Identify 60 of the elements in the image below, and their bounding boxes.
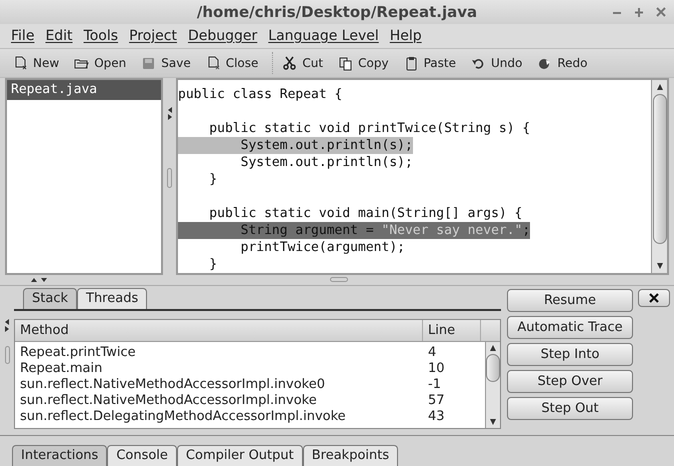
table-cell-text: Repeat.printTwice xyxy=(19,345,137,361)
toolbar-button[interactable]: Redo xyxy=(532,51,592,75)
menu-item[interactable]: File xyxy=(11,26,34,46)
new-file-icon xyxy=(13,56,28,70)
table-cell-text: Repeat.main xyxy=(19,361,104,377)
scrollbar[interactable] xyxy=(485,342,500,428)
scissors-icon xyxy=(282,56,298,70)
close-button[interactable] xyxy=(638,289,670,307)
splitter-handle[interactable] xyxy=(167,168,172,188)
scrollbar[interactable] xyxy=(651,80,667,273)
table-cell-text: 10 xyxy=(427,361,446,377)
scroll-thumb[interactable] xyxy=(652,94,666,244)
toolbar-button[interactable]: Close xyxy=(200,51,264,75)
document-list-item[interactable]: Repeat.java xyxy=(7,80,161,100)
debug-button[interactable]: Resume xyxy=(507,289,633,312)
toolbar-button[interactable]: New xyxy=(8,51,64,75)
menu-item[interactable]: Debugger xyxy=(188,26,258,46)
splitter-handle[interactable] xyxy=(4,346,10,364)
table-cell-text: 43 xyxy=(427,409,446,425)
debug-button[interactable]: Step Into xyxy=(507,343,633,366)
column-header[interactable]: Line xyxy=(423,320,481,341)
menu-item[interactable]: Help xyxy=(390,26,422,46)
table-cell-text: sun.reflect.NativeMethodAccessorImpl.invoke xyxy=(19,393,318,409)
menu-item[interactable]: Language Level xyxy=(268,26,379,46)
table-cell-text: 57 xyxy=(427,393,446,409)
table-cell-text: -1 xyxy=(427,377,442,393)
maximize-icon[interactable] xyxy=(634,5,644,19)
close-icon xyxy=(649,293,659,303)
collapse-arrows-icon[interactable] xyxy=(30,277,48,283)
menu-item[interactable]: Tools xyxy=(84,26,118,46)
table-cell-text: sun.reflect.DelegatingMethodAccessorImpl.invoke xyxy=(19,409,347,425)
tab[interactable]: Console xyxy=(107,445,177,466)
debug-button[interactable]: Step Out xyxy=(507,397,633,420)
toolbar-button[interactable]: Copy xyxy=(333,51,394,75)
splitter-handle[interactable] xyxy=(330,277,348,282)
scroll-thumb[interactable] xyxy=(486,354,500,382)
debug-button[interactable]: Automatic Trace xyxy=(507,316,633,339)
column-header[interactable]: Method xyxy=(15,320,423,341)
copy-icon xyxy=(338,56,354,70)
table-cell-text: 4 xyxy=(427,345,438,361)
toolbar-button[interactable]: Undo xyxy=(466,51,528,75)
collapse-arrows-icon[interactable] xyxy=(166,106,172,120)
table-cell-text: sun.reflect.NativeMethodAccessorImpl.invoke0 xyxy=(19,377,326,393)
toolbar-button[interactable]: Save xyxy=(136,51,196,75)
collapse-arrows-icon[interactable] xyxy=(4,318,10,332)
toolbar-button[interactable]: Paste xyxy=(398,51,461,75)
close-file-icon xyxy=(206,56,221,70)
toolbar-button[interactable]: Cut xyxy=(277,51,328,75)
tab[interactable]: Compiler Output xyxy=(176,445,303,466)
menu-item[interactable]: Project xyxy=(129,26,177,46)
window-title: /home/chris/Desktop/Repeat.java xyxy=(196,2,478,23)
tab[interactable]: Interactions xyxy=(12,445,108,466)
toolbar-button[interactable]: Open xyxy=(69,51,132,75)
clipboard-icon xyxy=(404,56,419,70)
tab[interactable]: Stack xyxy=(23,288,77,309)
close-icon[interactable] xyxy=(656,5,666,19)
tab[interactable]: Breakpoints xyxy=(302,445,398,466)
menu-item[interactable]: Edit xyxy=(45,26,73,46)
tab[interactable]: Threads xyxy=(77,288,148,309)
debug-button[interactable]: Step Over xyxy=(507,370,633,393)
